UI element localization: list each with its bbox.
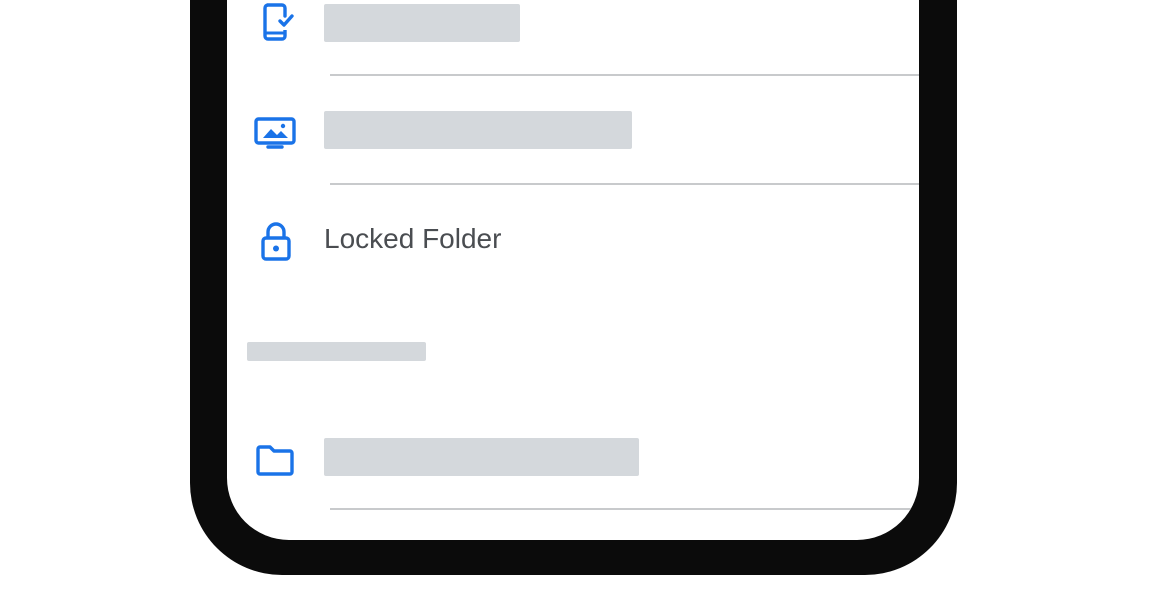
locked-folder-label: Locked Folder bbox=[324, 223, 502, 254]
section-header-placeholder bbox=[247, 342, 426, 361]
item-label-placeholder bbox=[324, 111, 632, 149]
stage: Locked Folder bbox=[0, 0, 1161, 593]
phone-screen: Locked Folder bbox=[227, 0, 919, 540]
item-label-placeholder bbox=[324, 438, 639, 476]
divider bbox=[330, 74, 919, 76]
lock-icon bbox=[254, 219, 298, 263]
menu-item-folder[interactable] bbox=[227, 436, 919, 486]
phone-check-icon bbox=[254, 0, 298, 44]
divider bbox=[330, 508, 919, 510]
menu-item-device[interactable] bbox=[227, 0, 919, 56]
menu-item-screen[interactable] bbox=[227, 108, 919, 166]
divider bbox=[330, 183, 919, 185]
folder-icon bbox=[253, 438, 297, 482]
screen-image-icon bbox=[253, 109, 297, 153]
menu-item-locked-folder[interactable]: Locked Folder bbox=[227, 215, 919, 265]
item-label-placeholder bbox=[324, 4, 520, 42]
